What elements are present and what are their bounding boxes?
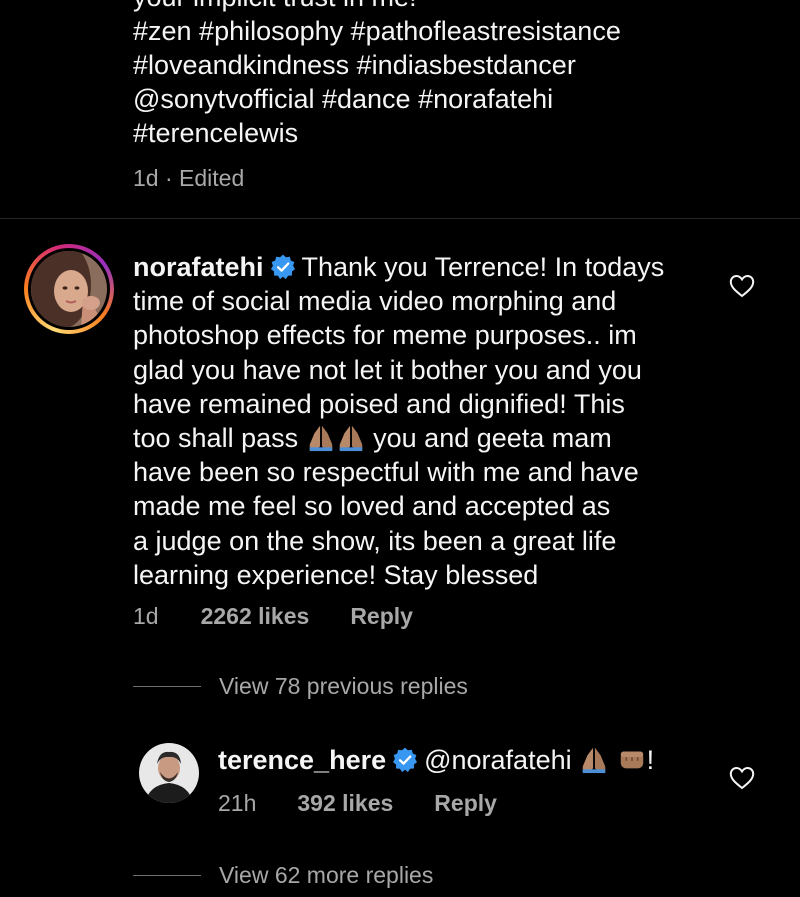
comment-text-line: too shall pass (133, 423, 299, 454)
caption-hashtags[interactable]: #terencelewis (133, 116, 753, 150)
verified-badge-icon (270, 254, 295, 280)
like-heart-icon[interactable] (729, 274, 755, 298)
comment-text-line: photoshop effects for meme purposes.. im (133, 320, 637, 351)
comment-line: too shall pass you and geeta mam (133, 421, 713, 455)
caption-line: your implicit trust in me! (133, 0, 753, 14)
reply-button[interactable]: Reply (434, 790, 497, 817)
replies-rule (133, 875, 201, 876)
comment-meta: 1d 2262 likes Reply (133, 603, 413, 630)
caption-time: 1d (133, 165, 159, 191)
folded-hands-icon (339, 425, 362, 452)
reply-suffix: ! (646, 745, 655, 775)
avatar-photo (31, 251, 107, 327)
comment-line: norafatehi Thank you Terrence! In todays (133, 250, 713, 284)
comment-text-line: learning experience! Stay blessed (133, 559, 539, 590)
view-previous-replies-label[interactable]: View 78 previous replies (219, 673, 468, 700)
reply-time: 21h (218, 790, 257, 816)
divider (0, 218, 800, 219)
comment-text-line: you and geeta mam (373, 423, 612, 454)
comment-username[interactable]: norafatehi (133, 252, 264, 282)
caption-meta: 1d · Edited (133, 165, 244, 192)
comment-likes-count[interactable]: 2262 likes (201, 603, 310, 630)
avatar-photo (139, 743, 199, 803)
edited-label: Edited (179, 165, 245, 191)
comment-text-line: Thank you Terrence! In todays (301, 252, 665, 282)
comment-body: norafatehi Thank you Terrence! In todays… (133, 250, 713, 592)
caption-hashtags[interactable]: #zen #philosophy #pathofleastresistance (133, 14, 753, 48)
oncoming-fist-icon (620, 751, 643, 769)
post-caption: your implicit trust in me! #zen #philoso… (133, 0, 753, 150)
view-more-replies[interactable]: View 62 more replies (133, 862, 433, 889)
caption-mentions[interactable]: @sonytvofficial #dance #norafatehi (133, 82, 753, 116)
reply-button[interactable]: Reply (350, 603, 413, 630)
folded-hands-icon (582, 747, 606, 774)
comment-text-line: made me feel so loved and accepted as (133, 491, 611, 522)
comment-time: 1d (133, 603, 159, 629)
reply-meta: 21h 392 likes Reply (218, 790, 497, 817)
replies-rule (133, 686, 201, 687)
reply-body: terence_here @norafatehi ! (218, 743, 654, 777)
avatar-terence-here[interactable] (139, 743, 199, 803)
view-more-replies-label[interactable]: View 62 more replies (219, 862, 433, 889)
comment-text-line: have been so respectful with me and have (133, 457, 639, 488)
like-heart-icon[interactable] (729, 766, 755, 790)
reply-likes-count[interactable]: 392 likes (297, 790, 393, 817)
meta-separator: · (164, 165, 173, 191)
caption-hashtags[interactable]: #loveandkindness #indiasbestdancer (133, 48, 753, 82)
view-previous-replies[interactable]: View 78 previous replies (133, 673, 468, 700)
comment-text-line: glad you have not let it bother you and … (133, 354, 642, 385)
comment-text-line: have remained poised and dignified! This (133, 388, 625, 419)
folded-hands-icon (309, 425, 332, 452)
reply-mention[interactable]: @norafatehi (424, 745, 572, 775)
verified-badge-icon (393, 747, 418, 773)
comment-text-line: a judge on the show, its been a great li… (133, 525, 617, 556)
avatar-norafatehi[interactable] (24, 244, 114, 334)
reply-username[interactable]: terence_here (218, 745, 386, 775)
comment-text-line: time of social media video morphing and (133, 286, 617, 317)
